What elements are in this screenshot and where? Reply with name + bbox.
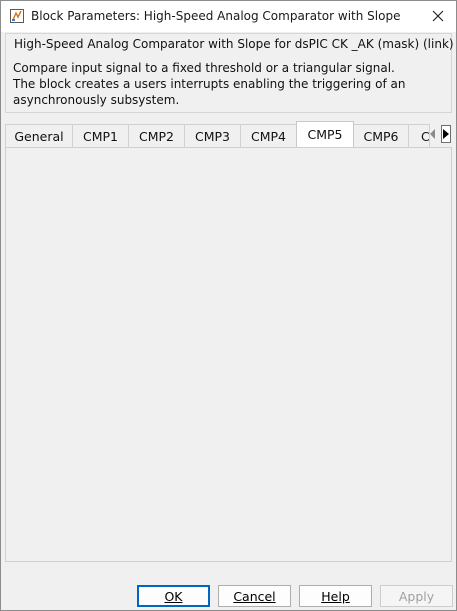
cancel-button[interactable]: Cancel [218, 585, 291, 607]
chevron-right-icon[interactable] [441, 125, 451, 143]
dialog-window: Block Parameters: High-Speed Analog Comp… [0, 0, 457, 611]
close-icon[interactable] [424, 2, 452, 30]
title-bar[interactable]: Block Parameters: High-Speed Analog Comp… [1, 1, 456, 32]
tab-general[interactable]: General [5, 124, 73, 147]
block-description-group: High-Speed Analog Comparator with Slope … [5, 33, 454, 113]
window-title: Block Parameters: High-Speed Analog Comp… [31, 9, 401, 23]
tab-cmp3[interactable]: CMP3 [184, 124, 241, 147]
chevron-left-icon[interactable] [428, 125, 438, 143]
tab-cmp4[interactable]: CMP4 [240, 124, 297, 147]
tab-overflow[interactable]: C [408, 124, 430, 147]
tab-content-panel [5, 147, 452, 562]
ok-button-label: OK [164, 588, 183, 604]
apply-button[interactable]: Apply [380, 585, 453, 607]
cancel-button-label: Cancel [233, 588, 276, 604]
simulink-block-icon [9, 8, 25, 24]
help-button-label: Help [321, 588, 350, 604]
ok-button[interactable]: OK [137, 585, 210, 607]
tab-strip: General CMP1 CMP2 CMP3 CMP4 CMP5 CMP6 C [5, 121, 452, 147]
help-button[interactable]: Help [299, 585, 372, 607]
apply-button-label: Apply [398, 588, 435, 604]
tab-cmp2[interactable]: CMP2 [128, 124, 185, 147]
mask-description: Compare input signal to a fixed threshol… [13, 61, 406, 107]
mask-title: High-Speed Analog Comparator with Slope … [14, 37, 454, 51]
tab-cmp5[interactable]: CMP5 [296, 121, 354, 147]
tab-cmp1[interactable]: CMP1 [72, 124, 129, 147]
tab-cmp6[interactable]: CMP6 [353, 124, 409, 147]
